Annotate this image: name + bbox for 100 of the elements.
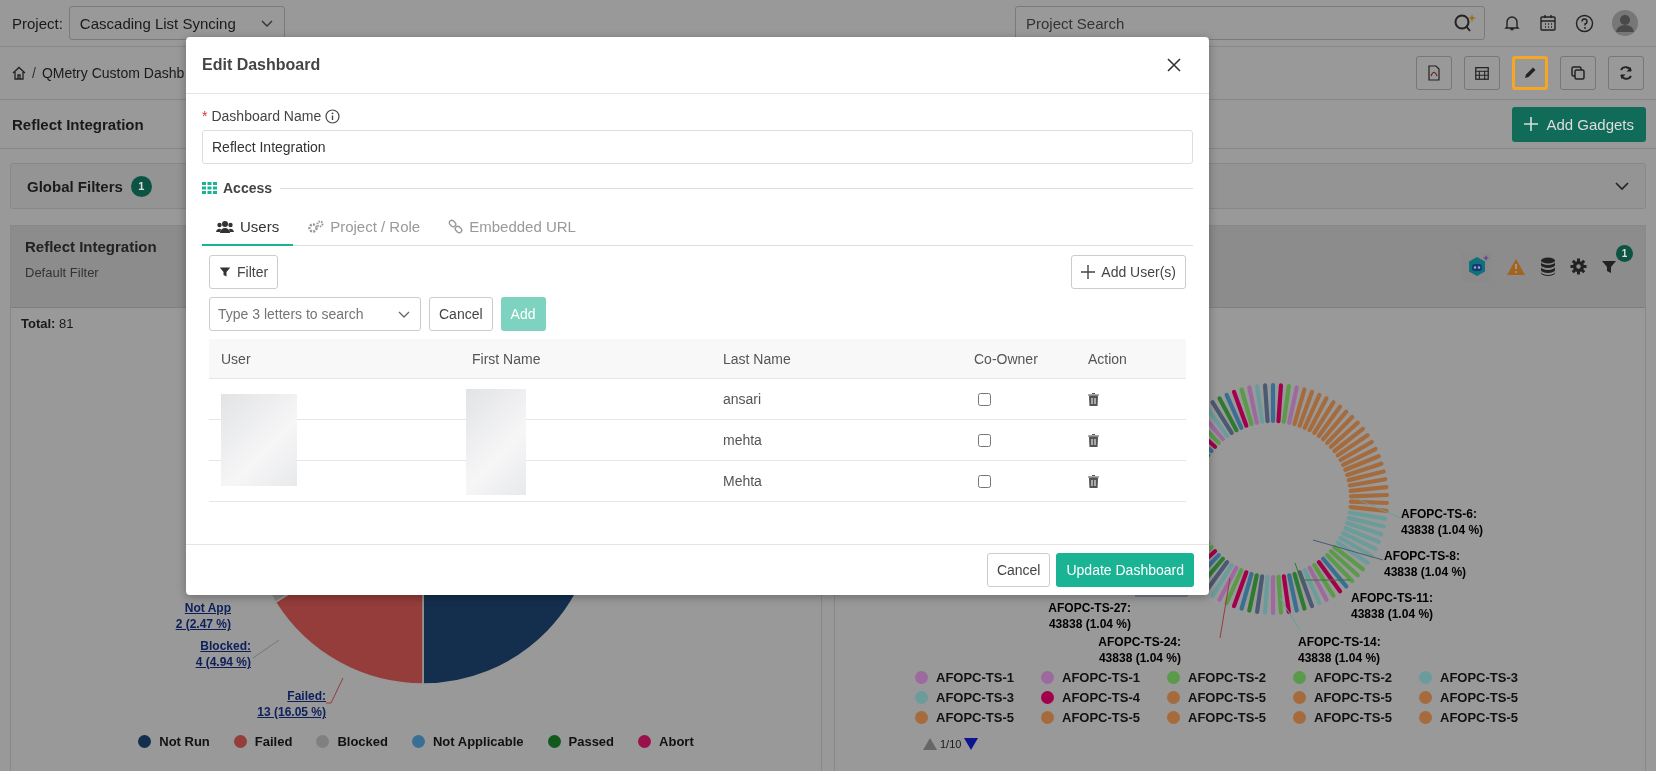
donut-slice-label: AFOPC-TS-11: 43838 (1.04 %) (1351, 590, 1434, 622)
pie-slice-label[interactable]: Failed: 13 (16.05 %) (211, 688, 326, 720)
legend-item[interactable]: AFOPC-TS-3 (1419, 670, 1545, 685)
gadget-filter-name: Default Filter (25, 265, 99, 280)
co-owner-checkbox[interactable] (978, 392, 991, 406)
triangle-down-icon[interactable] (964, 738, 979, 750)
section-heading: Access (223, 180, 273, 196)
legend-item[interactable]: AFOPC-TS-2 (1293, 670, 1419, 685)
link-icon (448, 219, 464, 234)
required-mark: * (202, 108, 208, 124)
project-search-field[interactable]: Project Search (1015, 6, 1485, 40)
legend-item[interactable]: AFOPC-TS-2 (1167, 670, 1293, 685)
edit-toolbar-button[interactable] (1512, 56, 1548, 90)
legend-item[interactable]: AFOPC-TS-1 (915, 670, 1041, 685)
breadcrumb-separator: / (32, 65, 36, 81)
cancel-button[interactable]: Cancel (986, 553, 1051, 587)
legend-item[interactable]: AFOPC-TS-5 (1041, 710, 1167, 725)
search-icon[interactable] (1453, 12, 1477, 34)
legend-item[interactable]: AFOPC-TS-3 (915, 690, 1041, 705)
avatar-icon[interactable] (1612, 10, 1638, 36)
project-label: Project: (12, 14, 63, 32)
global-filters-label: Global Filters (27, 177, 123, 195)
donut-slice-label: AFOPC-TS-14: 43838 (1.04 %) (1298, 634, 1381, 666)
breadcrumb-link[interactable]: QMetry Custom Dashb (41, 65, 185, 81)
plus-icon (1081, 265, 1096, 279)
co-owner-checkbox[interactable] (978, 433, 991, 447)
pie-slice-label[interactable]: Blocked: 4 (4.94 %) (161, 638, 251, 670)
legend-item[interactable]: Abort (638, 734, 694, 749)
refresh-icon (1618, 65, 1634, 81)
table-cell-text: Mehta (722, 473, 763, 489)
column-header: User (220, 350, 252, 367)
user-search-field[interactable]: Type 3 letters to search (209, 297, 421, 331)
donut-slice-label: AFOPC-TS-27: 43838 (1.04 %) (1048, 600, 1131, 632)
filter-count-badge: 1 (130, 175, 152, 197)
legend-item[interactable]: Not Applicable (411, 734, 524, 749)
legend-item[interactable]: Not Run (138, 734, 210, 749)
leader-line (325, 677, 344, 704)
column-header: Action (1087, 350, 1128, 367)
settings-icon[interactable] (1570, 258, 1587, 275)
chevron-down-icon[interactable] (1615, 181, 1629, 191)
add-gadgets-button[interactable]: Add Gadgets (1512, 106, 1646, 142)
pdf-file-icon (1426, 65, 1442, 81)
leader-line (1219, 577, 1231, 639)
column-header: Co-Owner (973, 350, 1039, 367)
pencil-icon (1522, 65, 1538, 81)
legend-item[interactable]: AFOPC-TS-1 (1041, 670, 1167, 685)
cancel-button[interactable]: Cancel (429, 297, 493, 331)
access-tab[interactable]: Users (202, 210, 294, 246)
grid-icon (202, 182, 217, 194)
filter-icon (219, 266, 231, 278)
donut-slice-label: AFOPC-TS-6: 43838 (1.04 %) (1401, 506, 1484, 538)
legend-item[interactable]: AFOPC-TS-5 (1419, 690, 1545, 705)
dashboard-name-field[interactable]: Reflect Integration (202, 130, 1193, 164)
users-icon (216, 219, 234, 234)
leader-line (1279, 597, 1301, 631)
legend-item[interactable]: Blocked (316, 734, 388, 749)
pdf-toolbar-button[interactable] (1416, 56, 1452, 90)
legend-item[interactable]: AFOPC-TS-5 (1293, 690, 1419, 705)
trash-icon[interactable] (1088, 392, 1099, 406)
legend-item[interactable]: Failed (233, 734, 293, 749)
column-header: Last Name (722, 350, 792, 367)
calendar-toolbar-button[interactable] (1464, 56, 1500, 90)
copy-toolbar-button[interactable] (1560, 56, 1596, 90)
trash-icon[interactable] (1088, 433, 1099, 447)
legend-item[interactable]: AFOPC-TS-4 (1041, 690, 1167, 705)
legend-item[interactable]: AFOPC-TS-5 (1167, 690, 1293, 705)
field-label: Dashboard Name (211, 108, 322, 124)
co-owner-checkbox[interactable] (978, 474, 991, 488)
project-select[interactable]: Cascading List Syncing (68, 6, 285, 40)
total-count: Total: 81 (21, 316, 74, 331)
add-users-button[interactable]: Add User(s) (1071, 255, 1186, 289)
copy-icon (1570, 65, 1586, 81)
leader-line (1294, 562, 1351, 581)
plus-icon (1524, 117, 1539, 131)
refresh-toolbar-button[interactable] (1608, 56, 1644, 90)
home-icon[interactable] (12, 66, 26, 80)
legend-item[interactable]: AFOPC-TS-5 (1419, 710, 1545, 725)
leader-line (252, 639, 280, 659)
pie-slice-label[interactable]: Not App 2 (2.47 %) (111, 600, 231, 632)
leader-line (1354, 497, 1401, 519)
legend-page-indicator: 1/10 (940, 738, 962, 750)
calendar-icon (1474, 65, 1490, 81)
calendar-icon[interactable] (1539, 14, 1557, 32)
filter-icon[interactable] (1601, 258, 1617, 275)
filter-count-badge: 1 (1616, 244, 1633, 262)
close-icon[interactable] (1167, 58, 1181, 72)
help-icon[interactable] (1575, 13, 1594, 33)
column-header: First Name (471, 350, 542, 367)
gears-icon (307, 219, 325, 234)
info-icon[interactable] (325, 108, 341, 124)
legend-item[interactable]: AFOPC-TS-5 (1293, 710, 1419, 725)
table-cell-text: mehta (722, 432, 763, 448)
filter-button[interactable]: Filter (209, 255, 279, 289)
database-icon[interactable] (1540, 257, 1556, 276)
legend-item[interactable]: Passed (547, 734, 615, 749)
donut-slice-label: AFOPC-TS-8: 43838 (1.04 %) (1384, 548, 1467, 580)
legend-item[interactable]: AFOPC-TS-5 (915, 710, 1041, 725)
bell-icon[interactable] (1503, 14, 1521, 32)
legend-item[interactable]: AFOPC-TS-5 (1167, 710, 1293, 725)
trash-icon[interactable] (1088, 474, 1099, 488)
